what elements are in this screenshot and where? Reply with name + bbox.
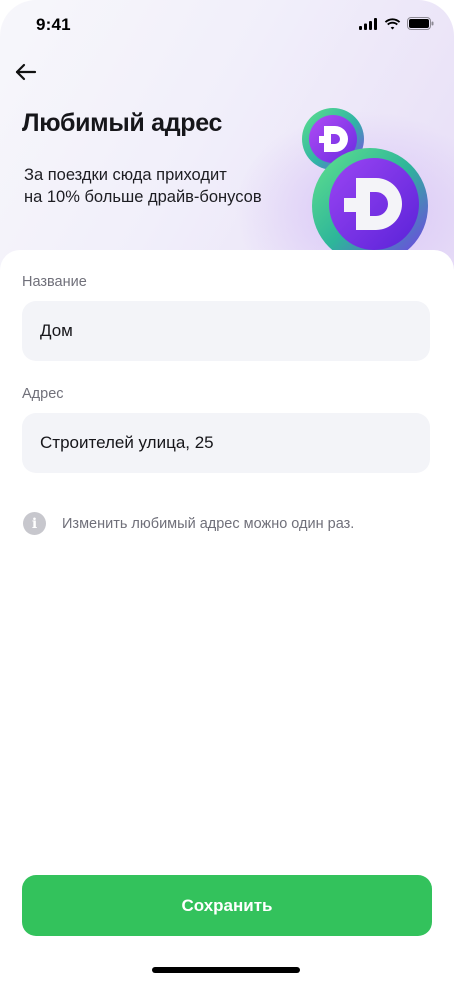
back-button[interactable] — [10, 58, 42, 86]
subtitle-line-2: на 10% больше драйв-бонусов — [24, 188, 262, 206]
address-field-value: Строителей улица, 25 — [40, 433, 214, 452]
name-field-label: Название — [22, 274, 87, 290]
status-icons — [359, 17, 434, 30]
name-field-value: Дом — [40, 321, 73, 340]
address-field-label: Адрес — [22, 386, 64, 402]
bonus-coin-large-icon — [312, 148, 428, 258]
hero-header: 9:41 Любимый адрес За поездки сюда прихо… — [0, 0, 454, 310]
battery-icon — [407, 17, 434, 30]
subtitle: За поездки сюда приходит на 10% больше д… — [24, 164, 304, 208]
home-indicator — [152, 967, 300, 973]
info-note: i Изменить любимый адрес можно один раз. — [23, 512, 354, 535]
name-field[interactable]: Дом — [22, 301, 430, 361]
status-bar: 9:41 — [0, 0, 454, 50]
save-button[interactable]: Сохранить — [22, 875, 432, 936]
info-icon: i — [23, 512, 46, 535]
screen: 9:41 Любимый адрес За поездки сюда прихо… — [0, 0, 454, 982]
cellular-signal-icon — [359, 17, 377, 30]
status-time: 9:41 — [36, 15, 71, 34]
info-text: Изменить любимый адрес можно один раз. — [62, 515, 355, 532]
wifi-icon — [384, 17, 401, 29]
subtitle-line-1: За поездки сюда приходит — [24, 166, 227, 184]
address-field[interactable]: Строителей улица, 25 — [22, 413, 430, 473]
arrow-left-icon — [15, 63, 37, 81]
page-title: Любимый адрес — [22, 109, 223, 137]
